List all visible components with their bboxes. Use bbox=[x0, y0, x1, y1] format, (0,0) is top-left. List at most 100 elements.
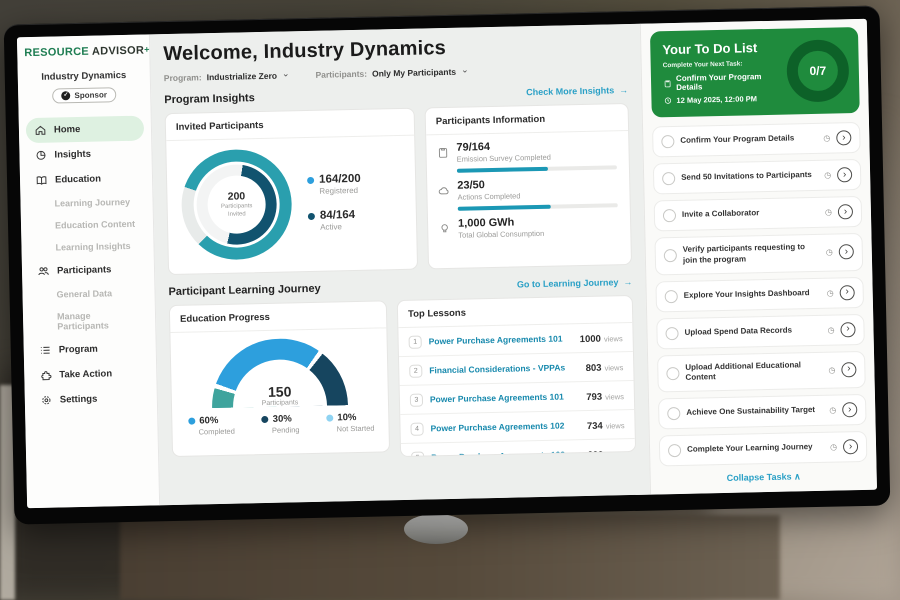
program-icon bbox=[39, 344, 52, 357]
task-explore-insights[interactable]: Explore Your Insights Dashboard ◷ › bbox=[655, 277, 864, 313]
insights-cards-row: Invited Participants 200 Participants In… bbox=[165, 103, 632, 275]
task-send-invitations[interactable]: Send 50 Invitations to Participants ◷ › bbox=[653, 159, 862, 195]
sidebar-item-label: Take Action bbox=[59, 368, 112, 380]
lesson-link[interactable]: Power Purchase Agreements 103 bbox=[431, 449, 581, 457]
legend-dot bbox=[307, 176, 314, 183]
legend-dot bbox=[308, 212, 315, 219]
org-name: Industry Dynamics bbox=[25, 70, 143, 84]
emission-survey-row: 79/164 Emission Survey Completed bbox=[436, 138, 617, 173]
progress-bar bbox=[458, 203, 618, 210]
task-upload-educational-content[interactable]: Upload Additional Educational Content ◷ … bbox=[657, 350, 866, 392]
views-count: 734 bbox=[587, 421, 603, 432]
chevron-right-button[interactable]: › bbox=[840, 322, 855, 337]
task-checkbox[interactable] bbox=[666, 367, 679, 380]
section-title: Participant Learning Journey bbox=[168, 283, 320, 298]
section-title: Program Insights bbox=[164, 92, 255, 106]
take-action-icon bbox=[39, 369, 52, 382]
sponsor-icon: ✓ bbox=[61, 91, 70, 100]
task-label: Invite a Collaborator bbox=[682, 207, 819, 221]
legend-not-started: 10% Not Started bbox=[326, 412, 374, 434]
task-checkbox[interactable] bbox=[663, 209, 676, 222]
monitor-stand bbox=[404, 514, 468, 544]
collapse-tasks-link[interactable]: Collapse Tasks ∧ bbox=[660, 470, 868, 486]
participants-filter[interactable]: Participants: Only My Participants ⌄ bbox=[315, 66, 468, 79]
chevron-down-icon: ⌄ bbox=[461, 64, 469, 75]
todo-panel: Your To Do List Complete Your Next Task:… bbox=[640, 19, 877, 495]
task-label: Upload Spend Data Records bbox=[684, 325, 821, 339]
gauge-legend: 60% Completed 30% Pending 10% Not Starte… bbox=[172, 404, 389, 437]
screen: RESOURCE ADVISOR+ Industry Dynamics ✓ Sp… bbox=[17, 19, 877, 508]
task-checkbox[interactable] bbox=[664, 249, 677, 262]
chevron-right-button[interactable]: › bbox=[839, 244, 854, 259]
program-insights-header: Program Insights Check More Insights → bbox=[164, 84, 628, 106]
link-label: Check More Insights bbox=[526, 85, 614, 97]
chevron-right-button[interactable]: › bbox=[837, 167, 852, 182]
sidebar-item-program[interactable]: Program bbox=[30, 336, 149, 364]
task-checkbox[interactable] bbox=[667, 407, 680, 420]
task-invite-collaborator[interactable]: Invite a Collaborator ◷ › bbox=[654, 196, 863, 232]
sidebar-item-general-data[interactable]: General Data bbox=[29, 282, 147, 307]
main-content: Welcome, Industry Dynamics Program: Indu… bbox=[150, 24, 650, 506]
todo-subtitle: Complete Your Next Task: bbox=[663, 60, 781, 70]
sidebar-item-manage-participants[interactable]: Manage Participants bbox=[30, 304, 149, 339]
lesson-link[interactable]: Power Purchase Agreements 102 bbox=[430, 420, 580, 433]
task-checkbox[interactable] bbox=[662, 172, 675, 185]
clock-icon: ◷ bbox=[825, 208, 832, 217]
lightbulb-icon bbox=[438, 222, 451, 235]
sidebar-item-label: Program bbox=[59, 344, 98, 356]
lesson-link[interactable]: Financial Considerations - VPPAs bbox=[429, 362, 579, 375]
lesson-link[interactable]: Power Purchase Agreements 101 bbox=[429, 333, 573, 346]
legend-value: 10% bbox=[337, 412, 356, 423]
chevron-right-button[interactable]: › bbox=[838, 204, 853, 219]
legend-label: Not Started bbox=[337, 424, 375, 434]
todo-progress-value: 0/7 bbox=[809, 63, 826, 77]
task-checkbox[interactable] bbox=[665, 327, 678, 340]
chevron-right-button[interactable]: › bbox=[842, 402, 857, 417]
legend-dot bbox=[262, 416, 269, 423]
chevron-right-button[interactable]: › bbox=[840, 285, 855, 300]
clock-icon: ◷ bbox=[828, 365, 835, 374]
actions-completed-row: 23/50 Actions Completed bbox=[437, 176, 618, 211]
lesson-rank: 5 bbox=[411, 451, 424, 457]
sidebar-item-learning-journey[interactable]: Learning Journey bbox=[27, 191, 145, 216]
cloud-icon bbox=[437, 184, 450, 197]
sidebar-item-education-content[interactable]: Education Content bbox=[28, 213, 146, 238]
education-icon bbox=[35, 174, 48, 187]
task-confirm-program-details[interactable]: Confirm Your Program Details ◷ › bbox=[652, 122, 861, 158]
lesson-link[interactable]: Power Purchase Agreements 101 bbox=[430, 391, 580, 404]
sidebar-item-education[interactable]: Education bbox=[27, 166, 146, 194]
donut-center-label: Participants Invited bbox=[215, 203, 259, 220]
task-verify-participants[interactable]: Verify participants requesting to join t… bbox=[654, 233, 863, 275]
sidebar-item-participants[interactable]: Participants bbox=[29, 257, 148, 285]
sidebar-item-learning-insights[interactable]: Learning Insights bbox=[28, 235, 146, 260]
legend-active: 84/164 Active bbox=[308, 209, 362, 232]
task-upload-spend-data[interactable]: Upload Spend Data Records ◷ › bbox=[656, 314, 865, 350]
chevron-down-icon: ⌄ bbox=[282, 68, 290, 79]
link-label: Go to Learning Journey bbox=[517, 277, 619, 289]
chevron-right-button[interactable]: › bbox=[841, 362, 856, 377]
views-label: views bbox=[605, 392, 624, 401]
task-complete-learning-journey[interactable]: Complete Your Learning Journey ◷ › bbox=[659, 431, 868, 467]
chevron-right-button[interactable]: › bbox=[843, 439, 858, 454]
home-icon bbox=[34, 124, 47, 137]
sidebar-item-settings[interactable]: Settings bbox=[32, 386, 151, 414]
clipboard-icon bbox=[663, 79, 672, 88]
task-checkbox[interactable] bbox=[665, 290, 678, 303]
sidebar-item-insights[interactable]: Insights bbox=[26, 141, 145, 169]
program-filter[interactable]: Program: Industrialize Zero ⌄ bbox=[164, 70, 290, 83]
lesson-rank: 1 bbox=[409, 335, 422, 348]
chevron-right-button[interactable]: › bbox=[836, 130, 851, 145]
sidebar-item-home[interactable]: Home bbox=[26, 116, 145, 144]
insights-icon bbox=[34, 149, 47, 162]
task-checkbox[interactable] bbox=[668, 444, 681, 457]
sidebar-nav: Home Insights Education Learning Journey… bbox=[26, 116, 150, 414]
todo-summary-card: Your To Do List Complete Your Next Task:… bbox=[650, 27, 860, 118]
legend-label: Registered bbox=[319, 186, 361, 196]
sidebar-item-take-action[interactable]: Take Action bbox=[31, 361, 150, 389]
check-more-insights-link[interactable]: Check More Insights → bbox=[526, 85, 628, 97]
go-to-learning-journey-link[interactable]: Go to Learning Journey → bbox=[517, 277, 633, 290]
brand-plus: + bbox=[144, 44, 150, 54]
task-checkbox[interactable] bbox=[661, 135, 674, 148]
learning-journey-header: Participant Learning Journey Go to Learn… bbox=[168, 276, 632, 298]
task-achieve-target[interactable]: Achieve One Sustainability Target ◷ › bbox=[658, 394, 867, 430]
